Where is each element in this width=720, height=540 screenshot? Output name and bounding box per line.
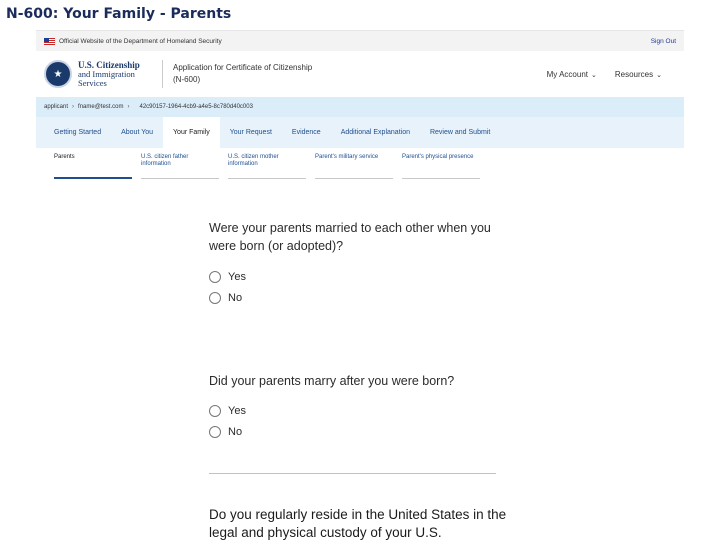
tab-your-family[interactable]: Your Family — [163, 117, 220, 148]
gov-banner-text: Official Website of the Department of Ho… — [59, 37, 222, 45]
breadcrumb-email[interactable]: fname@test.com — [78, 104, 123, 110]
subtab-mother-info[interactable]: U.S. citizen mother information — [228, 150, 306, 179]
radio-button[interactable] — [209, 405, 221, 417]
question-parents-married-after: Did your parents marry after you were bo… — [209, 374, 455, 388]
application-title-line-2: (N-600) — [173, 75, 201, 84]
breadcrumb: applicant › fname@test.com › 42c90157-19… — [36, 97, 684, 117]
family-subtabs: Parents U.S. citizen father information … — [36, 150, 684, 179]
my-account-label: My Account — [546, 69, 588, 79]
header-divider — [162, 60, 163, 88]
option-married-after-no[interactable]: No — [209, 426, 242, 438]
header-nav: My Account ⌄ Resources ⌄ — [547, 70, 676, 79]
browser-frame: Official Website of the Department of Ho… — [36, 30, 684, 540]
agency-name[interactable]: U.S. Citizenship and Immigration Service… — [78, 60, 154, 88]
question-reside-custody: Do you regularly reside in the United St… — [209, 507, 507, 540]
tab-about-you[interactable]: About You — [111, 117, 163, 148]
application-title: Application for Certificate of Citizensh… — [173, 62, 312, 86]
resources-menu[interactable]: Resources ⌄ — [615, 70, 662, 79]
tab-your-request[interactable]: Your Request — [220, 117, 282, 148]
option-married-yes[interactable]: Yes — [209, 271, 246, 283]
dhs-seal-icon[interactable]: ★ — [44, 60, 72, 88]
radio-button[interactable] — [209, 426, 221, 438]
option-label: Yes — [228, 405, 246, 417]
tab-evidence[interactable]: Evidence — [282, 117, 331, 148]
breadcrumb-separator-icon: › — [127, 104, 130, 110]
us-flag-icon — [44, 37, 55, 45]
chevron-down-icon: ⌄ — [656, 71, 662, 79]
breadcrumb-applicant[interactable]: applicant — [44, 104, 68, 110]
resources-label: Resources — [614, 69, 654, 79]
radio-button[interactable] — [209, 292, 221, 304]
subtab-father-info[interactable]: U.S. citizen father information — [141, 150, 219, 179]
radio-button[interactable] — [209, 271, 221, 283]
subtab-military-service[interactable]: Parent's military service — [315, 150, 393, 179]
gov-banner: Official Website of the Department of Ho… — [36, 31, 684, 51]
tab-additional-explanation[interactable]: Additional Explanation — [331, 117, 420, 148]
option-married-after-yes[interactable]: Yes — [209, 405, 246, 417]
my-account-menu[interactable]: My Account ⌄ — [547, 70, 597, 79]
site-header: ★ U.S. Citizenship and Immigration Servi… — [36, 51, 684, 97]
slide-title: N-600: Your Family - Parents — [6, 6, 232, 22]
chevron-down-icon: ⌄ — [591, 71, 597, 79]
subtab-physical-presence[interactable]: Parent's physical presence — [402, 150, 480, 179]
agency-line-3: Services — [78, 77, 107, 88]
application-title-line-1: Application for Certificate of Citizensh… — [173, 63, 313, 72]
section-divider — [209, 473, 496, 474]
tab-getting-started[interactable]: Getting Started — [48, 117, 111, 148]
option-married-no[interactable]: No — [209, 292, 242, 304]
subtab-parents[interactable]: Parents — [54, 150, 132, 179]
breadcrumb-case-id: 42c90157-1964-4cb9-a4e5-8c780d40c003 — [139, 104, 253, 110]
main-tabs: Getting Started About You Your Family Yo… — [36, 117, 684, 148]
option-label: No — [228, 426, 243, 438]
sign-out-link[interactable]: Sign Out — [651, 38, 676, 45]
tab-review-and-submit[interactable]: Review and Submit — [420, 117, 500, 148]
option-label: Yes — [228, 271, 246, 283]
question-parents-married: Were your parents married to each other … — [209, 221, 491, 253]
breadcrumb-separator-icon: › — [72, 104, 75, 110]
option-label: No — [228, 292, 243, 304]
